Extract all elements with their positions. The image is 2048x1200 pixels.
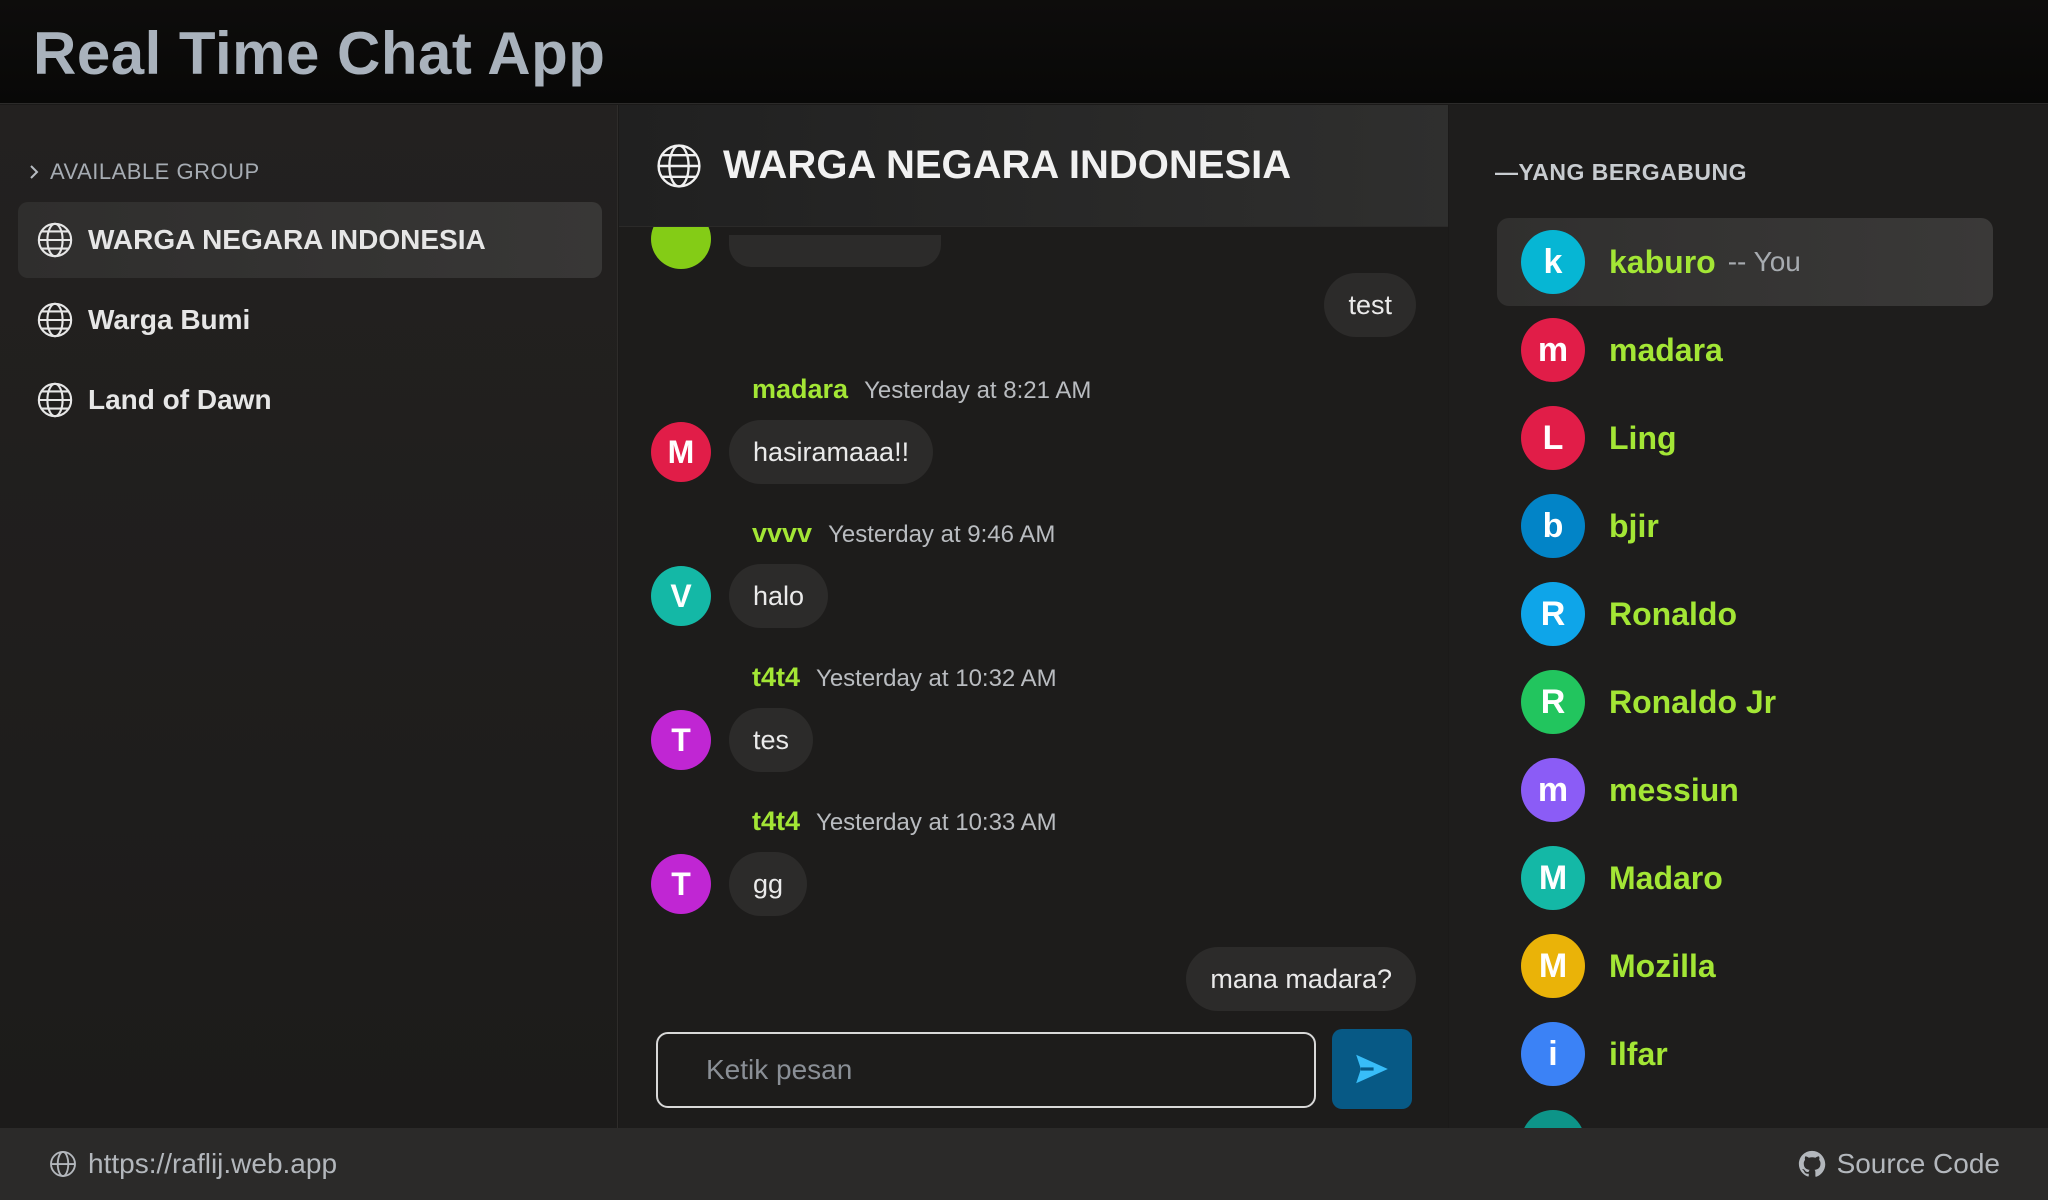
- source-code-label: Source Code: [1836, 1148, 2000, 1179]
- member-item-madaro[interactable]: M Madaro: [1497, 834, 1993, 922]
- member-name: Ronaldo Jr: [1609, 683, 1777, 720]
- self-indicator: -- You: [1727, 246, 1801, 277]
- chevron-right-icon: [30, 165, 39, 179]
- globe-icon: [657, 143, 701, 188]
- message-author: t4t4: [752, 806, 801, 836]
- message-time: Yesterday at 10:32 AM: [816, 665, 1057, 692]
- app-header: Real Time Chat App: [0, 0, 2048, 104]
- member-name: ilfar: [1609, 1035, 1668, 1072]
- sidebar-header-label: AVAILABLE GROUP: [50, 159, 260, 184]
- avatar: k: [1521, 230, 1585, 294]
- member-item-ronaldo-jr[interactable]: R Ronaldo Jr: [1497, 658, 1993, 746]
- chat-panel: WARGA NEGARA INDONESIA test madara Yeste…: [619, 105, 1448, 1128]
- group-item-label: WARGA NEGARA INDONESIA: [88, 224, 486, 255]
- available-group-toggle[interactable]: AVAILABLE GROUP: [26, 157, 260, 187]
- send-icon: [1356, 1054, 1388, 1084]
- send-button[interactable]: [1332, 1029, 1412, 1109]
- avatar: m: [1521, 758, 1585, 822]
- member-item-mozilla[interactable]: M Mozilla: [1497, 922, 1993, 1010]
- chat-header: WARGA NEGARA INDONESIA: [619, 105, 1448, 227]
- globe-icon: [37, 222, 73, 258]
- avatar: R: [1521, 582, 1585, 646]
- site-url: https://raflij.web.app: [88, 1148, 338, 1179]
- footer: https://raflij.web.app Source Code: [0, 1128, 2048, 1200]
- globe-icon: [37, 302, 73, 338]
- members-panel: —YANG BERGABUNG k kaburo -- You m madara…: [1449, 105, 2048, 1128]
- my-message-bubble: mana madara?: [1186, 947, 1416, 1011]
- message-time: Yesterday at 10:33 AM: [816, 809, 1057, 836]
- globe-icon: [50, 1151, 76, 1177]
- message-input[interactable]: [658, 1034, 1314, 1106]
- message-meta: vvvv Yesterday at 9:46 AM: [752, 518, 1055, 549]
- message-time: Yesterday at 9:46 AM: [828, 521, 1056, 548]
- my-message-bubble: test: [1324, 273, 1416, 337]
- avatar: M: [651, 422, 711, 482]
- member-item-messiun[interactable]: m messiun: [1497, 746, 1993, 834]
- group-item-label: Land of Dawn: [88, 384, 272, 415]
- app-title: Real Time Chat App: [33, 20, 606, 87]
- source-code-link[interactable]: Source Code: [1797, 1148, 2000, 1180]
- members-header: —YANG BERGABUNG: [1495, 158, 1748, 185]
- message-author: madara: [752, 374, 849, 404]
- message-bubble: [729, 235, 941, 267]
- member-name: Madaro: [1609, 859, 1723, 896]
- member-name: madara: [1609, 331, 1723, 368]
- member-name: Mozilla: [1609, 947, 1716, 984]
- avatar: [1521, 1110, 1585, 1128]
- globe-icon: [37, 382, 73, 418]
- message-meta: madara Yesterday at 8:21 AM: [752, 374, 1091, 405]
- member-name: messiun: [1609, 771, 1739, 808]
- member-item-ilfar[interactable]: i ilfar: [1497, 1010, 1993, 1098]
- avatar: M: [1521, 934, 1585, 998]
- member-item-ling[interactable]: L Ling: [1497, 394, 1993, 482]
- avatar: T: [651, 854, 711, 914]
- message-meta: t4t4 Yesterday at 10:32 AM: [752, 662, 1057, 693]
- message-bubble: tes: [729, 708, 814, 772]
- avatar: R: [1521, 670, 1585, 734]
- site-link[interactable]: https://raflij.web.app: [48, 1148, 337, 1180]
- group-item-warga-negara-indonesia[interactable]: WARGA NEGARA INDONESIA: [18, 202, 602, 278]
- avatar: T: [651, 710, 711, 770]
- member-item-partial[interactable]: [1497, 1098, 1993, 1128]
- avatar: m: [1521, 318, 1585, 382]
- message-input-wrapper: [656, 1032, 1316, 1108]
- message-bubble: gg: [729, 852, 808, 916]
- message-time: Yesterday at 8:21 AM: [864, 377, 1092, 404]
- message-meta: t4t4 Yesterday at 10:33 AM: [752, 806, 1057, 837]
- avatar: b: [1521, 494, 1585, 558]
- member-item-ronaldo[interactable]: R Ronaldo: [1497, 570, 1993, 658]
- member-name: Ronaldo: [1609, 595, 1737, 632]
- member-item-bjir[interactable]: b bjir: [1497, 482, 1993, 570]
- message-author: vvvv: [752, 518, 813, 548]
- group-item-warga-bumi[interactable]: Warga Bumi: [18, 282, 602, 358]
- member-item-madara[interactable]: m madara: [1497, 306, 1993, 394]
- github-icon: [1798, 1150, 1825, 1177]
- member-name: bjir: [1609, 507, 1659, 544]
- chat-title: WARGA NEGARA INDONESIA: [723, 143, 1292, 187]
- message-bubble: halo: [729, 564, 829, 628]
- member-name: Ling: [1609, 419, 1677, 456]
- group-sidebar: AVAILABLE GROUP WARGA NEGARA INDONESIA W…: [0, 105, 618, 1128]
- avatar: M: [1521, 846, 1585, 910]
- member-item-kaburo[interactable]: k kaburo -- You: [1497, 218, 1993, 306]
- group-item-land-of-dawn[interactable]: Land of Dawn: [18, 362, 602, 438]
- avatar: V: [651, 566, 711, 626]
- message-bubble: hasiramaaa!!: [729, 420, 934, 484]
- group-item-label: Warga Bumi: [88, 304, 251, 335]
- avatar: L: [1521, 406, 1585, 470]
- message-author: t4t4: [752, 662, 801, 692]
- avatar: i: [1521, 1022, 1585, 1086]
- member-name: kaburo: [1609, 243, 1716, 280]
